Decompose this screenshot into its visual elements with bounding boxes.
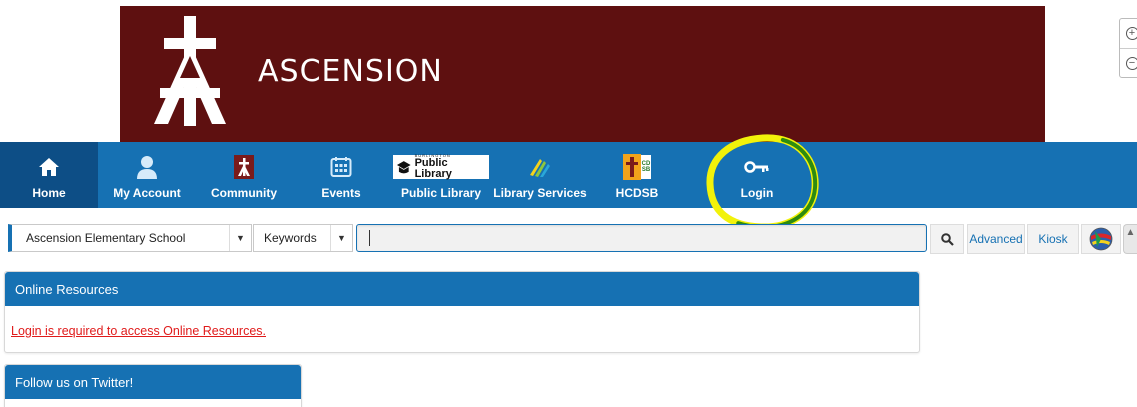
nav-library-services[interactable]: Library Services [492, 142, 588, 208]
nav-community[interactable]: Community [196, 142, 292, 208]
library-services-logo [526, 150, 554, 184]
chevron-down-icon: ▼ [330, 225, 352, 251]
home-icon [38, 150, 60, 184]
hcdsb-logo-text: CD SB [641, 155, 651, 179]
chevron-up-icon[interactable]: ▲ [1123, 224, 1137, 254]
map-zoom-controls: + − [1119, 18, 1137, 78]
calendar-icon [330, 150, 352, 184]
globe-flags-icon [1089, 227, 1113, 251]
nav-home[interactable]: Home [0, 142, 98, 208]
nav-label: Public Library [400, 186, 482, 200]
language-button[interactable] [1081, 224, 1121, 254]
public-library-logo-text: Public Library [414, 157, 452, 180]
ascension-logo [154, 16, 226, 126]
public-library-logo: BURLINGTON Public Library [393, 150, 489, 184]
nav-label: Home [32, 186, 66, 200]
nav-my-account[interactable]: My Account [98, 142, 196, 208]
nav-label: Community [211, 186, 277, 200]
nav-public-library[interactable]: BURLINGTON Public Library Public Library [390, 142, 492, 208]
minus-circle-icon[interactable]: − [1120, 48, 1137, 77]
school-select[interactable]: Ascension Elementary School ▼ [8, 224, 252, 252]
search-type-value: Keywords [264, 231, 317, 245]
twitter-panel: Follow us on Twitter! [4, 364, 302, 407]
login-required-link[interactable]: Login is required to access Online Resou… [11, 324, 266, 338]
nav-label: Login [740, 186, 774, 200]
main-navigation: Home My Account Community Events BURLING… [0, 142, 1137, 208]
panel-title: Online Resources [5, 272, 919, 306]
nav-label: HCDSB [615, 186, 659, 200]
search-bar: Ascension Elementary School ▼ Keywords ▼… [0, 221, 1137, 255]
school-select-value: Ascension Elementary School [26, 231, 186, 245]
school-banner: ASCENSION [120, 6, 1045, 142]
search-button[interactable] [930, 224, 964, 254]
nav-label: Events [321, 186, 361, 200]
kiosk-button[interactable]: Kiosk [1027, 224, 1079, 254]
nav-hcdsb[interactable]: CD SB HCDSB [588, 142, 686, 208]
school-name: ASCENSION [258, 54, 443, 89]
chevron-down-icon: ▼ [229, 225, 251, 251]
search-input[interactable] [356, 224, 927, 252]
nav-events[interactable]: Events [292, 142, 390, 208]
plus-circle-icon[interactable]: + [1120, 19, 1137, 48]
community-icon [234, 150, 254, 184]
search-type-select[interactable]: Keywords ▼ [253, 224, 353, 252]
advanced-search-button[interactable]: Advanced [967, 224, 1025, 254]
hcdsb-logo: CD SB [623, 150, 651, 184]
online-resources-panel: Online Resources Login is required to ac… [4, 271, 920, 353]
nav-login[interactable]: Login [708, 142, 806, 208]
key-icon [744, 150, 770, 184]
panel-title: Follow us on Twitter! [5, 365, 301, 399]
text-cursor [369, 230, 370, 246]
nav-label: Library Services [493, 186, 587, 200]
search-icon [940, 232, 954, 246]
nav-label: My Account [113, 186, 181, 200]
user-icon [136, 150, 158, 184]
